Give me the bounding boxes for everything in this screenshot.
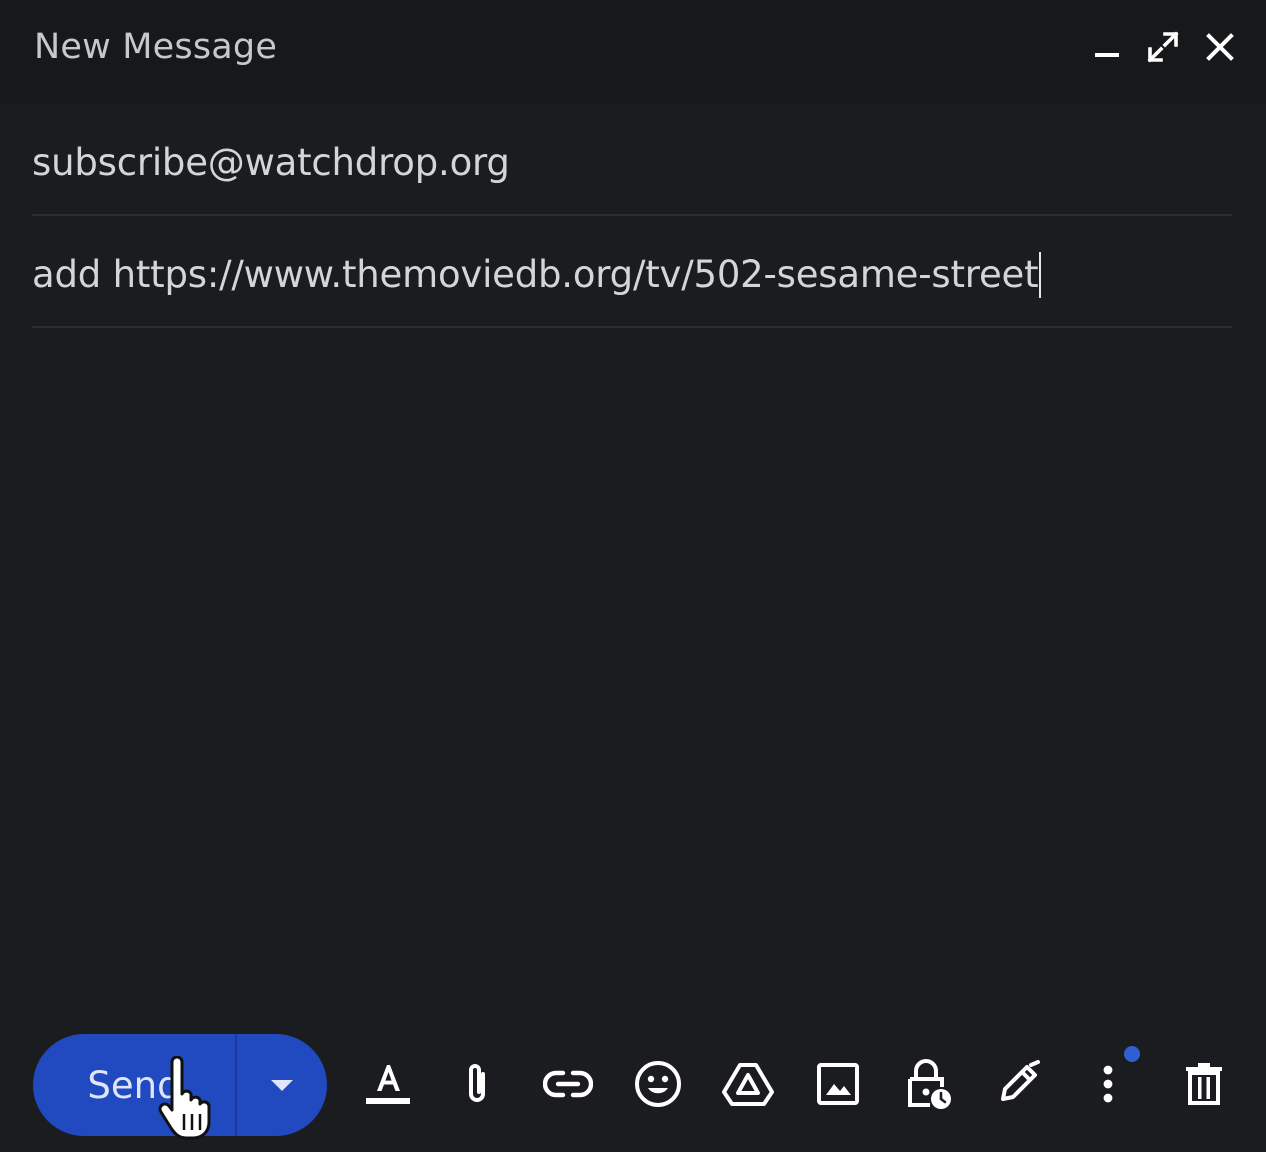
- discard-draft-icon[interactable]: [1176, 1056, 1232, 1112]
- close-icon[interactable]: [1200, 26, 1240, 68]
- insert-link-icon[interactable]: [540, 1056, 596, 1112]
- text-caret: [1039, 252, 1042, 298]
- formatting-options-icon[interactable]: [360, 1056, 416, 1112]
- more-options-icon[interactable]: [1080, 1056, 1136, 1112]
- insert-from-drive-icon[interactable]: [720, 1056, 776, 1112]
- message-body[interactable]: [32, 330, 1232, 1020]
- compose-header: New Message: [0, 0, 1266, 104]
- confidential-mode-icon[interactable]: [900, 1056, 956, 1112]
- notification-dot: [1124, 1046, 1140, 1062]
- compose-toolbar: Send: [0, 1028, 1266, 1152]
- insert-signature-icon[interactable]: [990, 1056, 1046, 1112]
- expand-icon[interactable]: [1143, 26, 1183, 68]
- send-button-group: Send: [33, 1034, 327, 1136]
- chevron-down-icon: [271, 1080, 293, 1091]
- minimize-icon[interactable]: [1087, 26, 1127, 68]
- insert-photo-icon[interactable]: [810, 1056, 866, 1112]
- subject-field[interactable]: add https://www.themoviedb.org/tv/502-se…: [32, 216, 1232, 328]
- compose-window: New Message subscribe@watchdrop.org add …: [0, 0, 1266, 1152]
- attach-file-icon[interactable]: [449, 1056, 505, 1112]
- recipients-field[interactable]: subscribe@watchdrop.org: [32, 104, 1232, 216]
- insert-emoji-icon[interactable]: [630, 1056, 686, 1112]
- subject-text-wrap: add https://www.themoviedb.org/tv/502-se…: [32, 252, 1042, 298]
- send-button[interactable]: Send: [33, 1034, 235, 1136]
- subject-text: add https://www.themoviedb.org/tv/502-se…: [32, 253, 1039, 296]
- recipient-chip: subscribe@watchdrop.org: [32, 141, 510, 184]
- send-options-button[interactable]: [237, 1034, 327, 1136]
- compose-title: New Message: [34, 27, 278, 67]
